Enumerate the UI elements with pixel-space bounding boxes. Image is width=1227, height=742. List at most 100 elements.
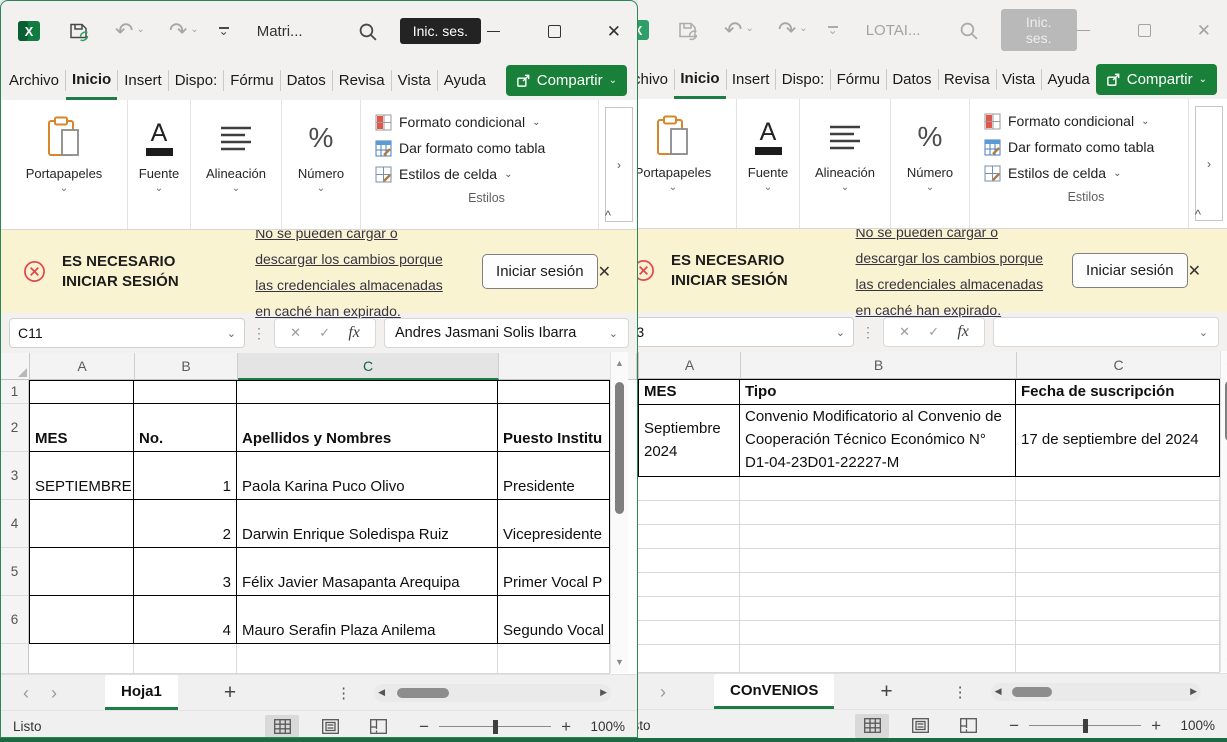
column-header-c[interactable]: C [238,353,499,380]
horizontal-scrollbar[interactable]: ◀ ▶ [374,684,611,702]
cell[interactable]: Convenio Modificatorio al Convenio de Co… [740,405,1016,477]
cell[interactable]: Félix Javier Masapanta Arequipa [237,548,498,596]
enter-icon[interactable]: ✓ [319,325,330,341]
cell[interactable] [1016,645,1220,673]
insert-function-icon[interactable]: fx [348,324,360,342]
row-header[interactable]: 6 [1,596,29,644]
cell[interactable] [740,597,1016,621]
cell[interactable]: 1 [134,452,237,500]
tab-disposicion[interactable]: Dispo: [169,61,224,100]
tab-datos[interactable]: Datos [886,60,937,99]
expand-formula-bar-icon[interactable]: ⌄ [609,327,618,340]
column-header-a[interactable]: A [639,352,741,379]
tab-archivo[interactable]: Archivo [3,61,65,100]
row-header[interactable]: 3 [1,452,29,500]
cell[interactable] [740,621,1016,645]
cell[interactable] [29,548,134,596]
sign-in-button[interactable]: Inic. ses. [400,18,481,44]
tab-ayuda[interactable]: Ayuda [438,61,492,100]
expand-formula-bar-icon[interactable]: ⌄ [1199,326,1208,339]
cell[interactable] [740,525,1016,549]
horizontal-scrollbar[interactable]: ◀ ▶ [991,683,1201,701]
cell[interactable]: 2 [134,500,237,548]
cell[interactable] [1016,573,1220,597]
row-header[interactable]: 1 [1,380,29,404]
next-sheet-icon[interactable]: › [51,684,57,702]
ribbon-group-clipboard[interactable]: Portapapeles ⌄ [1,100,128,229]
cell[interactable]: Vicepresidente [498,500,610,548]
tab-vista[interactable]: Vista [392,61,437,100]
undo-icon[interactable]: ↶ [724,19,742,41]
ribbon-more-button[interactable]: › [1195,106,1223,221]
cell[interactable]: MES [29,404,134,452]
undo-icon[interactable]: ↶ [115,20,133,42]
collapse-ribbon-icon[interactable]: ^ [605,208,611,223]
zoom-in-icon[interactable]: + [561,717,571,737]
previous-sheet-icon[interactable]: ‹ [23,684,29,702]
row-header[interactable]: 5 [1,548,29,596]
cell[interactable] [638,573,740,597]
chevron-down-icon[interactable]: ⌄ [227,327,236,340]
zoom-slider-thumb[interactable] [1083,719,1088,733]
cell[interactable] [638,549,740,573]
tab-archivo[interactable]: Archivo [638,60,674,99]
banner-details-link[interactable]: No se pueden cargar o descargar los camb… [856,219,1051,323]
close-button[interactable]: ✕ [1197,22,1211,39]
search-icon[interactable] [958,20,979,41]
normal-view-icon[interactable] [855,714,889,738]
cell[interactable] [29,380,134,404]
save-icon[interactable] [67,19,91,43]
customize-qat-icon[interactable]: ⌄ [219,27,229,36]
tab-disposicion[interactable]: Dispo: [776,60,831,99]
cell[interactable]: Fecha de suscripción [1016,379,1220,405]
undo-chevron-icon[interactable]: ⌄ [745,23,753,34]
tab-insertar[interactable]: Insert [726,60,776,99]
cell[interactable] [1016,501,1220,525]
ribbon-group-font[interactable]: A Fuente ⌄ [737,99,800,228]
share-button[interactable]: Compartir⌄ [506,65,627,96]
cell[interactable] [740,477,1016,501]
page-layout-view-icon[interactable] [903,714,937,738]
sheet-tab[interactable]: Hoja1 [105,675,178,710]
cell[interactable]: 17 de septiembre del 2024 [1016,405,1220,477]
customize-qat-icon[interactable]: ⌄ [828,26,838,35]
zoom-in-icon[interactable]: + [1151,716,1161,736]
chevron-down-icon[interactable]: ⌄ [836,326,845,339]
tab-insertar[interactable]: Insert [118,61,168,100]
redo-icon[interactable]: ↷ [778,19,796,41]
cell[interactable] [740,549,1016,573]
cell[interactable] [1016,597,1220,621]
sign-in-button[interactable]: Inic. ses. [1001,9,1077,51]
row-header[interactable] [1,644,29,674]
minimize-button[interactable] [487,31,500,32]
cell[interactable] [740,573,1016,597]
scroll-down-icon[interactable]: ▼ [615,651,624,673]
cell[interactable]: Paola Karina Puco Olivo [237,452,498,500]
tab-vista[interactable]: Vista [996,60,1041,99]
vertical-scrollbar[interactable]: ▲ ▼ [610,352,628,673]
search-icon[interactable] [357,21,378,42]
tab-revisar[interactable]: Revisa [938,60,996,99]
zoom-slider[interactable] [1029,725,1141,726]
cell[interactable]: Segundo Vocal [498,596,610,644]
next-sheet-icon[interactable]: › [660,683,666,701]
cell[interactable]: Primer Vocal P [498,548,610,596]
cell[interactable] [498,644,610,674]
column-header-b[interactable]: B [741,352,1017,379]
tab-datos[interactable]: Datos [281,61,332,100]
minimize-button[interactable] [1077,30,1090,31]
formula-input[interactable]: Andres Jasmani Solis Ibarra ⌄ [384,318,629,348]
cell[interactable]: Puesto Institu [498,404,610,452]
scrollbar-thumb[interactable] [397,688,449,698]
select-all-corner[interactable] [1,353,30,380]
tab-inicio[interactable]: Inicio [674,60,725,99]
close-button[interactable]: ✕ [607,23,621,40]
cell[interactable] [237,644,498,674]
share-button[interactable]: Compartir⌄ [1096,64,1217,95]
scrollbar-thumb[interactable] [1012,687,1052,697]
banner-close-icon[interactable]: ✕ [1188,261,1201,281]
cell[interactable] [134,380,237,404]
cell[interactable]: No. [134,404,237,452]
cell[interactable] [1016,525,1220,549]
cell[interactable]: Apellidos y Nombres [237,404,498,452]
